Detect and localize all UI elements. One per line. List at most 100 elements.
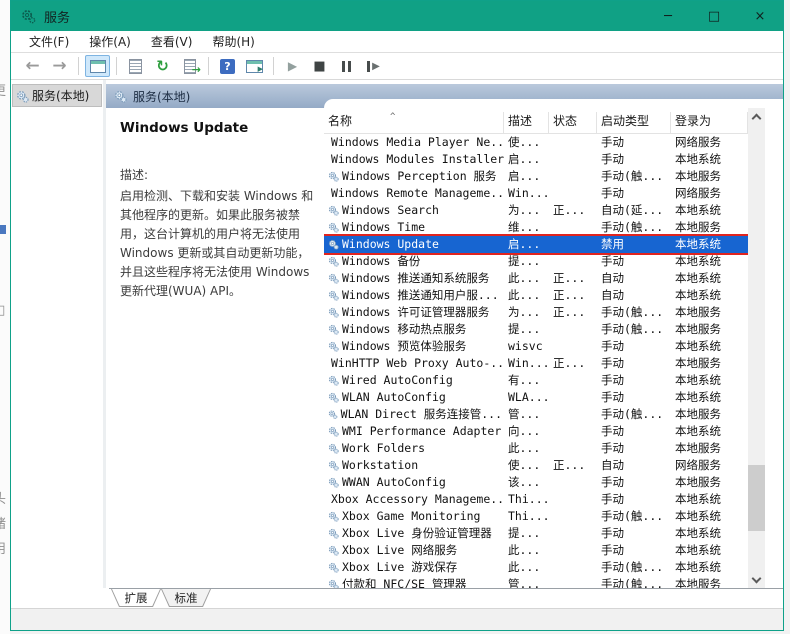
toolbar-separator	[78, 57, 79, 75]
service-row[interactable]: Windows 推送通知用户服... 此... 正... 自动 本地系统	[324, 287, 748, 304]
logon-as-cell: 本地服务	[675, 441, 721, 455]
logon-as-cell: 本地服务	[675, 220, 721, 234]
status-bar	[11, 608, 783, 630]
status-cell	[549, 491, 597, 508]
startup-type-cell: 手动	[601, 373, 624, 387]
export-list-button[interactable]	[177, 55, 202, 77]
properties-button[interactable]	[123, 55, 148, 77]
service-row[interactable]: Windows 推送通知系统服务 此... 正... 自动 本地系统	[324, 270, 748, 287]
service-row[interactable]: Xbox Game Monitoring Thi... 手动(触... 本地系统	[324, 508, 748, 525]
refresh-button[interactable]	[150, 55, 175, 77]
service-row[interactable]: Windows 预览体验服务 wisvc 手动 本地系统	[324, 338, 748, 355]
menu-item[interactable]: 查看(V)	[141, 33, 203, 50]
startup-type-cell: 手动	[601, 441, 624, 455]
startup-type-cell: 手动(触...	[601, 407, 664, 421]
tree-item-label: 服务(本地)	[32, 89, 90, 103]
service-row[interactable]: Xbox Live 身份验证管理器 提... 手动 本地系统	[324, 525, 748, 542]
tab-standard[interactable]	[161, 589, 211, 607]
service-gear-icon	[328, 341, 339, 352]
pause-service-button[interactable]	[334, 55, 359, 77]
stop-service-button[interactable]	[307, 55, 332, 77]
logon-as-cell: 本地系统	[675, 271, 721, 285]
column-header[interactable]: 描述	[504, 112, 549, 133]
column-header[interactable]: 状态	[549, 112, 597, 133]
service-row-selected[interactable]: Windows Update 启... 禁用 本地系统	[324, 236, 748, 253]
service-row[interactable]: Windows 备份 提... 手动 本地系统	[324, 253, 748, 270]
help-button[interactable]	[215, 55, 240, 77]
service-name-cell: Windows Modules Installer	[324, 151, 504, 168]
service-name-cell: Workstation	[324, 457, 504, 474]
service-row[interactable]: Work Folders 此... 手动 本地服务	[324, 440, 748, 457]
service-row[interactable]: Windows Search 为... 正... 自动(延... 本地系统	[324, 202, 748, 219]
service-row[interactable]: Windows Remote Manageme... Win... 手动 网络服务	[324, 185, 748, 202]
service-gear-icon	[328, 562, 339, 573]
forward-button[interactable]	[47, 55, 72, 77]
column-header[interactable]: 启动类型	[597, 112, 671, 133]
console-tree-button[interactable]	[85, 55, 110, 77]
scrollbar-thumb[interactable]	[748, 465, 765, 531]
service-row[interactable]: Xbox Live 游戏保存 此... 手动(触... 本地系统	[324, 559, 748, 576]
description-cell: 维...	[508, 220, 541, 234]
service-row[interactable]: Windows 移动热点服务 提... 手动(触... 本地服务	[324, 321, 748, 338]
bottom-left-spacer	[11, 588, 109, 608]
services-gear-icon	[16, 89, 29, 103]
startup-type-cell: 手动(触...	[601, 560, 664, 574]
service-gear-icon	[328, 528, 339, 539]
service-row[interactable]: WLAN AutoConfig WLA... 手动 本地系统	[324, 389, 748, 406]
action-pane-button[interactable]	[242, 55, 267, 77]
service-row[interactable]: Windows Media Player Ne... 使... 手动 网络服务	[324, 134, 748, 151]
tab-extended[interactable]	[111, 589, 161, 607]
service-row[interactable]: Xbox Live 网络服务 此... 手动 本地系统	[324, 542, 748, 559]
start-service-button[interactable]	[280, 55, 305, 77]
description-cell: 该...	[508, 475, 541, 489]
menu-item[interactable]: 操作(A)	[79, 33, 141, 50]
restart-service-button[interactable]	[361, 55, 386, 77]
service-gear-icon	[328, 410, 338, 420]
menu-item[interactable]: 帮助(H)	[202, 33, 264, 50]
scroll-down-button[interactable]	[748, 571, 765, 588]
service-gear-icon	[328, 579, 339, 588]
minimize-button[interactable]: ─	[645, 1, 691, 31]
tree-item-services-local[interactable]: 服务(本地)	[12, 84, 102, 107]
service-row[interactable]: WWAN AutoConfig 该... 手动 本地服务	[324, 474, 748, 491]
service-row[interactable]: Windows Time 维... 手动(触... 本地服务	[324, 219, 748, 236]
service-row[interactable]: WinHTTP Web Proxy Auto-... Win... 正... 手动 本地…	[324, 355, 748, 372]
toolbar-separator	[273, 57, 274, 75]
service-row[interactable]: Windows Perception 服务 启... 手动(触... 本地服务	[324, 168, 748, 185]
close-button[interactable]: ×	[737, 1, 783, 31]
list-right-filler	[765, 108, 783, 588]
toolbar-separator	[116, 57, 117, 75]
service-name-cell: WLAN Direct 服务连接管...	[324, 406, 504, 423]
maximize-button[interactable]: □	[691, 1, 737, 31]
logon-as-cell: 本地服务	[675, 407, 721, 421]
column-header[interactable]: 名称 ^	[324, 112, 504, 133]
service-row[interactable]: Xbox Accessory Manageme... Thi... 手动 本地系统	[324, 491, 748, 508]
menu-item[interactable]: 文件(F)	[19, 33, 79, 50]
description-cell: 为...	[508, 203, 541, 217]
service-name-cell: WLAN AutoConfig	[324, 389, 504, 406]
chevron-up-icon	[751, 113, 762, 123]
service-row[interactable]: Workstation 使... 正... 自动 网络服务	[324, 457, 748, 474]
service-name-cell: Xbox Accessory Manageme...	[324, 491, 504, 508]
sort-ascending-icon: ^	[390, 112, 396, 122]
startup-type-cell: 手动	[601, 254, 624, 268]
service-row[interactable]: Windows Modules Installer 启... 手动 本地系统	[324, 151, 748, 168]
back-button[interactable]	[20, 55, 45, 77]
scroll-up-button[interactable]	[748, 108, 765, 125]
startup-type-cell: 手动(触...	[601, 577, 664, 588]
service-row[interactable]: WLAN Direct 服务连接管... 管... 手动(触... 本地服务	[324, 406, 748, 423]
status-cell: 正...	[553, 458, 586, 472]
vertical-scrollbar[interactable]	[748, 108, 765, 588]
service-row[interactable]: 付款和 NFC/SE 管理器 管... 手动(触... 本地服务	[324, 576, 748, 588]
service-row[interactable]: WMI Performance Adapter 向... 手动 本地系统	[324, 423, 748, 440]
service-row[interactable]: Windows 许可证管理器服务 为... 正... 手动(触... 本地服务	[324, 304, 748, 321]
startup-type-cell: 手动	[601, 356, 624, 370]
scrollbar-track[interactable]	[748, 125, 765, 571]
column-header[interactable]: 登录为	[671, 112, 748, 133]
status-cell	[549, 559, 597, 576]
service-row[interactable]: Wired AutoConfig 有... 手动 本地系统	[324, 372, 748, 389]
service-name-cell: Xbox Live 身份验证管理器	[324, 525, 504, 542]
service-name-cell: Windows 移动热点服务	[324, 321, 504, 338]
service-name-cell: Windows Search	[324, 202, 504, 219]
logon-as-cell: 本地服务	[675, 322, 721, 336]
